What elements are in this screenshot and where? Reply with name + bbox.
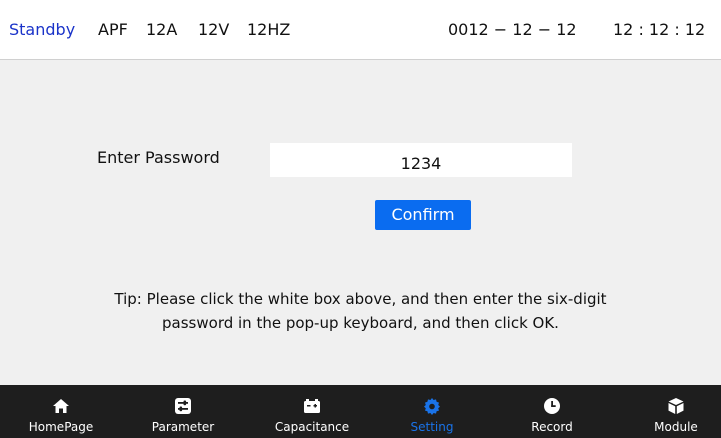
apf-setting-screen: Standby APF 12A 12V 12HZ 0012 − 12 − 12 … [0, 0, 721, 438]
password-input[interactable] [270, 143, 572, 177]
clock-icon [497, 397, 607, 415]
tip-text: Tip: Please click the white box above, a… [40, 287, 681, 335]
nav-label: HomePage [28, 420, 94, 434]
tip-line: Tip: Please click the white box above, a… [114, 290, 607, 308]
status-frequency: 12HZ [247, 20, 291, 39]
password-panel: Enter Password Confirm Tip: Please click… [0, 60, 721, 385]
nav-label: Parameter [151, 420, 215, 434]
status-date: 0012 − 12 − 12 [448, 20, 577, 39]
nav-record[interactable]: Record [497, 385, 607, 438]
status-current: 12A [146, 20, 178, 39]
nav-capacitance[interactable]: Capacitance [257, 385, 367, 438]
status-time: 12 : 12 : 12 [613, 20, 706, 39]
tip-line: password in the pop-up keyboard, and the… [162, 314, 559, 332]
status-mode: Standby [9, 20, 76, 39]
bottom-nav: HomePage Parameter Capacitance Setting R… [0, 385, 721, 438]
battery-icon [257, 397, 367, 415]
nav-homepage[interactable]: HomePage [6, 385, 116, 438]
password-label: Enter Password [97, 148, 220, 167]
status-device: APF [98, 20, 128, 39]
sliders-icon [128, 397, 238, 415]
nav-label: Capacitance [274, 420, 350, 434]
confirm-button[interactable]: Confirm [375, 200, 471, 230]
nav-module[interactable]: Module [621, 385, 721, 438]
nav-setting[interactable]: Setting [377, 385, 487, 438]
nav-parameter[interactable]: Parameter [128, 385, 238, 438]
cube-icon [621, 397, 721, 415]
gear-icon [377, 397, 487, 415]
nav-label: Record [531, 420, 573, 434]
home-icon [6, 397, 116, 415]
nav-label: Module [654, 420, 698, 434]
nav-label: Setting [410, 420, 454, 434]
status-bar: Standby APF 12A 12V 12HZ 0012 − 12 − 12 … [0, 0, 721, 60]
status-voltage: 12V [198, 20, 230, 39]
